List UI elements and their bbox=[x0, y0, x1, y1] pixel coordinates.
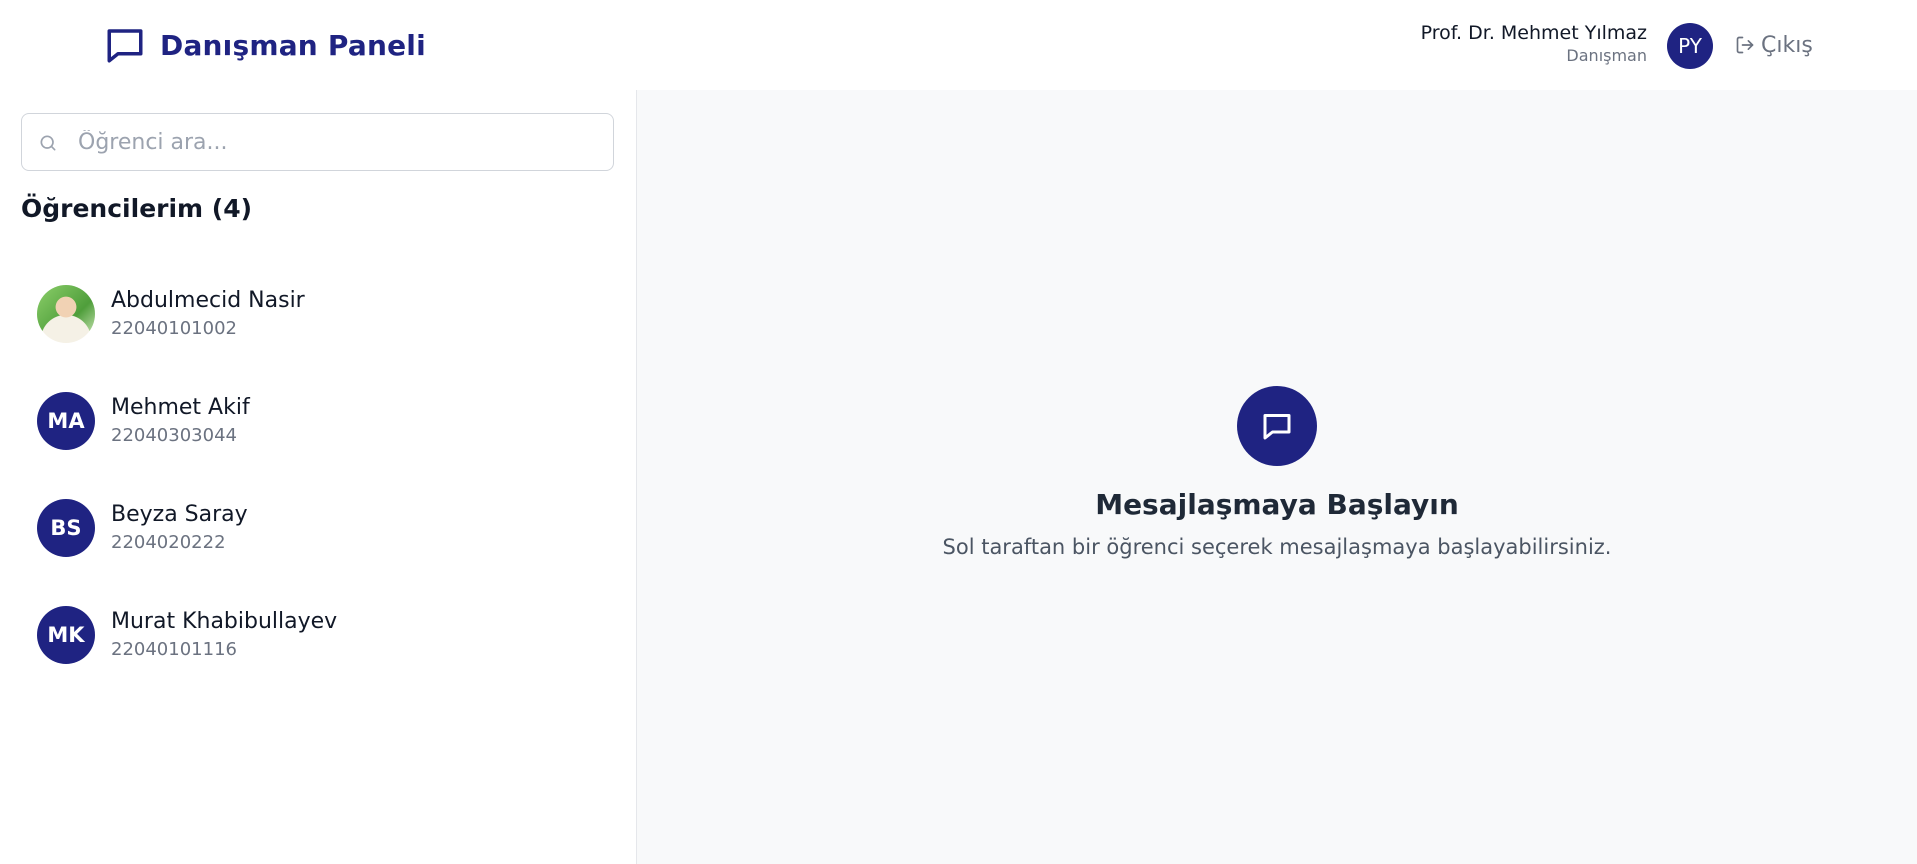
chat-bubble-icon bbox=[1263, 414, 1291, 440]
search-icon bbox=[40, 135, 56, 151]
student-id: 22040101002 bbox=[111, 317, 237, 339]
student-list-item[interactable]: Abdulmecid Nasir 22040101002 bbox=[0, 260, 636, 367]
top-bar: Danışman Paneli Prof. Dr. Mehmet Yılmaz … bbox=[0, 0, 1917, 90]
logout-button[interactable]: Çıkış bbox=[1735, 28, 1813, 62]
search-input[interactable] bbox=[78, 114, 598, 170]
search-box bbox=[21, 113, 614, 171]
student-avatar-photo bbox=[37, 284, 95, 343]
empty-state: Mesajlaşmaya Başlayın Sol taraftan bir ö… bbox=[637, 386, 1917, 559]
student-id: 2204020222 bbox=[111, 531, 226, 553]
student-list-item[interactable]: MA Mehmet Akif 22040303044 bbox=[0, 367, 636, 474]
chat-bubble-icon bbox=[107, 29, 143, 63]
student-avatar: MK bbox=[37, 605, 95, 664]
student-id: 22040101116 bbox=[111, 638, 237, 660]
logout-label: Çıkış bbox=[1761, 32, 1813, 58]
student-name: Beyza Saray bbox=[111, 501, 248, 527]
brand-title: Danışman Paneli bbox=[160, 28, 426, 62]
student-name: Mehmet Akif bbox=[111, 394, 250, 420]
user-info: Prof. Dr. Mehmet Yılmaz Danışman bbox=[1421, 20, 1647, 66]
empty-state-text: Sol taraftan bir öğrenci seçerek mesajla… bbox=[942, 535, 1612, 559]
student-id: 22040303044 bbox=[111, 424, 237, 446]
student-list: Abdulmecid Nasir 22040101002 MA Mehmet A… bbox=[0, 260, 636, 688]
user-role: Danışman bbox=[1566, 46, 1647, 65]
student-name: Murat Khabibullayev bbox=[111, 608, 338, 634]
brand[interactable]: Danışman Paneli bbox=[104, 24, 426, 66]
student-avatar: BS bbox=[37, 498, 95, 557]
student-list-item[interactable]: MK Murat Khabibullayev 22040101116 bbox=[0, 581, 636, 688]
user-name: Prof. Dr. Mehmet Yılmaz bbox=[1420, 22, 1647, 44]
student-avatar: MA bbox=[37, 391, 95, 450]
empty-state-title: Mesajlaşmaya Başlayın bbox=[1095, 488, 1459, 521]
sidebar: Öğrencilerim (4) Abdulmecid Nasir 220401… bbox=[0, 90, 637, 864]
student-list-item[interactable]: BS Beyza Saray 2204020222 bbox=[0, 474, 636, 581]
empty-state-icon-circle bbox=[1237, 386, 1317, 466]
user-avatar[interactable]: PY bbox=[1667, 23, 1713, 69]
student-name: Abdulmecid Nasir bbox=[111, 287, 305, 313]
chat-panel: Mesajlaşmaya Başlayın Sol taraftan bir ö… bbox=[637, 90, 1917, 864]
logout-icon bbox=[1736, 36, 1754, 54]
student-list-title: Öğrencilerim (4) bbox=[21, 194, 253, 223]
